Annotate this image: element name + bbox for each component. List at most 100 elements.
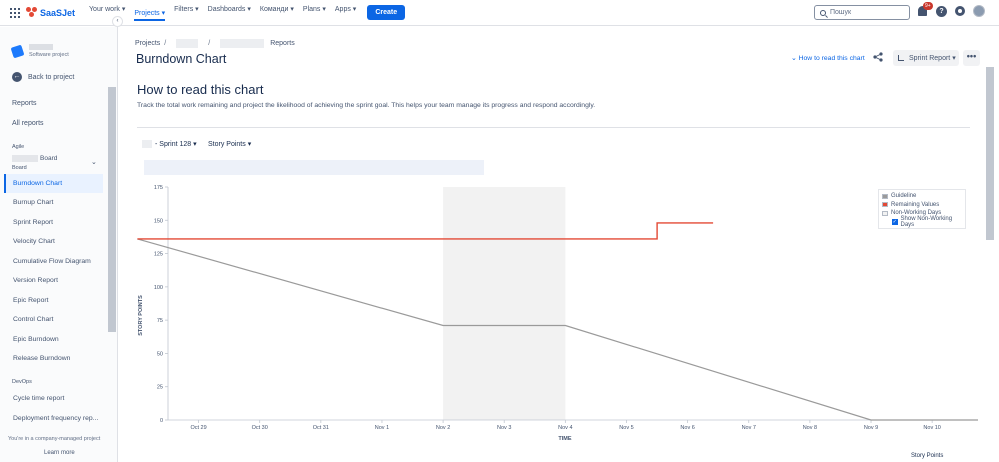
checkbox-checked-icon[interactable]: ✓: [892, 218, 898, 225]
project-name-redacted: [29, 44, 53, 50]
help-icon[interactable]: ?: [936, 5, 947, 17]
nonworking-band: [443, 187, 566, 420]
x-tick-label: Oct 31: [313, 425, 329, 431]
sprint-report-label: Sprint Report: [909, 54, 951, 62]
breadcrumb-board-redacted[interactable]: [220, 39, 265, 48]
y-tick-label: 0: [160, 418, 163, 424]
sidebar-scrollbar[interactable]: [108, 87, 116, 332]
sidebar-item-sprint-report[interactable]: Sprint Report: [4, 213, 103, 232]
x-tick-label: Nov 5: [619, 425, 633, 431]
nav-projects[interactable]: Projects ▾: [134, 9, 166, 21]
legend-swatch-guideline: [882, 193, 888, 199]
section-description: Track the total work remaining and proje…: [137, 102, 596, 109]
user-avatar[interactable]: [973, 5, 985, 17]
breadcrumb-projects[interactable]: Projects: [135, 40, 160, 47]
sprint-report-button[interactable]: Sprint Report ▾: [893, 50, 959, 66]
app-switcher-icon[interactable]: [10, 7, 20, 18]
remaining-values-line: [137, 222, 714, 240]
how-to-read-link[interactable]: ⌄ How to read this chart: [791, 54, 865, 62]
chart-legend: Guideline Remaining Values Non-Working D…: [878, 189, 966, 229]
page-title: Burndown Chart: [136, 52, 227, 66]
y-tick-label: 125: [154, 252, 163, 258]
x-axis-title: TIME: [558, 436, 571, 442]
y-tick-label: 150: [154, 218, 163, 224]
legend-item-remaining: Remaining Values: [882, 201, 962, 210]
how-to-read-label: How to read this chart: [798, 55, 865, 62]
y-tick-label: 175: [154, 185, 163, 191]
estimate-label: Story Points: [208, 141, 246, 148]
x-tick-label: Nov 9: [864, 425, 878, 431]
main-scrollbar[interactable]: [986, 67, 994, 240]
legend-item-guideline: Guideline: [882, 192, 962, 201]
agile-heading: Agile: [12, 144, 25, 150]
chevron-down-icon[interactable]: ⌄: [91, 158, 97, 166]
back-to-project-link[interactable]: ← Back to project: [12, 72, 74, 82]
x-tick-label: Nov 3: [497, 425, 511, 431]
sidebar-item-burndown-chart[interactable]: Burndown Chart: [4, 174, 103, 193]
sidebar-item-version-report[interactable]: Version Report: [4, 271, 103, 290]
legend-label-guideline: Guideline: [891, 193, 917, 200]
x-tick-label: Nov 2: [436, 425, 450, 431]
board-selector[interactable]: Board: [12, 155, 57, 162]
breadcrumb: Projects / / Reports: [135, 39, 295, 48]
x-tick-label: Nov 6: [680, 425, 694, 431]
report-icon: [898, 55, 904, 61]
sidebar-item-epic-burndown[interactable]: Epic Burndown: [4, 330, 103, 349]
x-tick-label: Oct 30: [252, 425, 268, 431]
y-tick-label: 25: [157, 385, 163, 391]
breadcrumb-project-redacted[interactable]: [176, 39, 199, 48]
saasjet-logo[interactable]: SaaSJet: [26, 7, 75, 18]
create-button[interactable]: Create: [367, 5, 406, 20]
arrow-left-icon: ←: [12, 72, 22, 82]
all-reports-link[interactable]: All reports: [12, 120, 44, 127]
y-tick-label: 75: [157, 318, 163, 324]
collapse-sidebar-button[interactable]: ‹: [112, 16, 123, 27]
more-actions-button[interactable]: •••: [963, 50, 980, 66]
nav-teams[interactable]: Команди ▾: [260, 5, 294, 21]
x-tick-label: Nov 4: [558, 425, 572, 431]
y-tick-label: 100: [154, 285, 163, 291]
sprint-dropdown[interactable]: - Sprint 128 ▾: [142, 140, 197, 148]
x-tick-label: Nov 1: [375, 425, 389, 431]
settings-gear-icon[interactable]: [955, 6, 965, 16]
sidebar-item-control-chart[interactable]: Control Chart: [4, 310, 103, 329]
nav-dashboards[interactable]: Dashboards ▾: [208, 5, 251, 21]
saasjet-logo-icon: [26, 7, 37, 18]
sidebar-item-velocity-chart[interactable]: Velocity Chart: [4, 232, 103, 251]
share-icon[interactable]: [873, 52, 883, 62]
sidebar-item-cycle-time[interactable]: Cycle time report: [4, 389, 103, 408]
nav-plans[interactable]: Plans ▾: [303, 5, 326, 21]
notifications-bell-icon[interactable]: 9+: [918, 2, 933, 16]
legend-label-remaining: Remaining Values: [891, 201, 940, 208]
project-header[interactable]: Software project: [10, 44, 69, 58]
learn-more-link[interactable]: Learn more: [44, 450, 75, 456]
board-label: Board: [40, 155, 58, 162]
sidebar-item-release-burndown[interactable]: Release Burndown: [4, 349, 103, 368]
sidebar-item-deployment-frequency[interactable]: Deployment frequency rep...: [4, 409, 103, 428]
board-name-redacted: [12, 155, 38, 162]
x-tick-label: Nov 7: [742, 425, 756, 431]
legend-swatch-remaining: [882, 202, 888, 208]
reports-heading: Reports: [12, 100, 37, 107]
divider: [137, 127, 970, 128]
devops-heading: DevOps: [12, 379, 32, 385]
nav-filters[interactable]: Filters ▾: [174, 5, 199, 21]
x-tick-label: Oct 29: [190, 425, 206, 431]
sidebar: Software project ← Back to project Repor…: [0, 27, 118, 462]
nav-apps[interactable]: Apps ▾: [335, 5, 356, 21]
estimate-footer-label: Story Points: [911, 453, 944, 459]
sidebar-item-epic-report[interactable]: Epic Report: [4, 291, 103, 310]
show-nonworking-toggle[interactable]: ✓ Show Non-Working Days: [882, 216, 962, 228]
breadcrumb-separator: /: [208, 40, 211, 47]
sidebar-item-burnup-chart[interactable]: Burnup Chart: [4, 193, 103, 212]
breadcrumb-separator: /: [164, 40, 167, 47]
x-tick-label: Nov 10: [923, 425, 940, 431]
sprint-dates-redacted: [144, 160, 484, 175]
breadcrumb-reports[interactable]: Reports: [270, 40, 295, 47]
company-managed-note: You're in a company-managed project: [8, 436, 101, 442]
sidebar-item-cumulative-flow[interactable]: Cumulative Flow Diagram: [4, 252, 103, 271]
project-type: Software project: [29, 52, 69, 58]
search-input[interactable]: Пошук: [814, 5, 910, 20]
estimate-dropdown[interactable]: Story Points ▾: [208, 140, 251, 148]
notification-badge: 9+: [923, 2, 933, 10]
